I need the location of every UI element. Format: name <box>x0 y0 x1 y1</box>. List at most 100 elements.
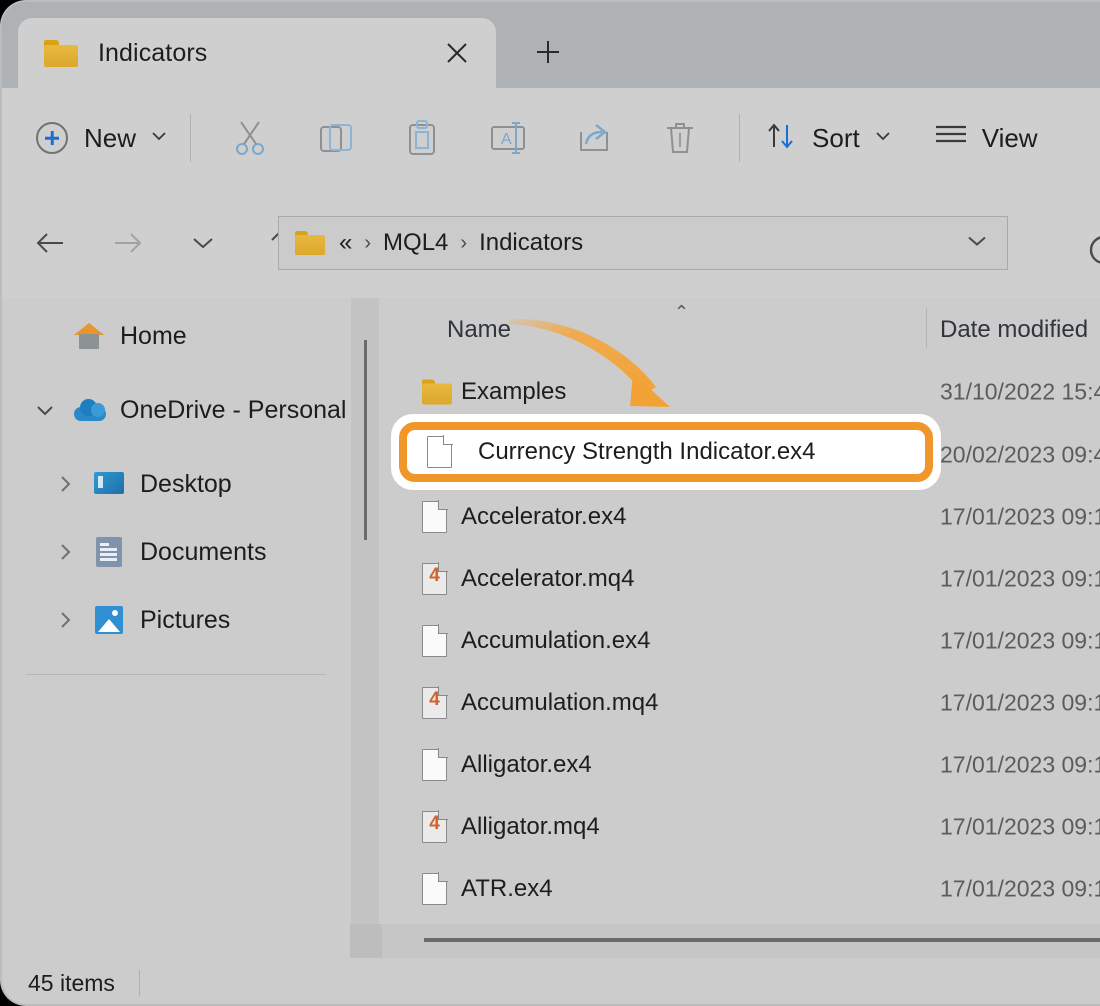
file-icon <box>422 872 448 905</box>
sidebar-divider <box>26 674 326 675</box>
toolbar-divider <box>190 114 192 162</box>
column-divider[interactable] <box>926 308 927 348</box>
mq4-file-icon: 4 <box>422 686 448 719</box>
status-divider <box>138 970 140 996</box>
chevron-down-icon <box>150 129 168 147</box>
toolbar-divider-2 <box>739 114 741 162</box>
file-name: ATR.ex4 <box>461 875 553 902</box>
file-icon <box>422 500 448 533</box>
column-header-name[interactable]: Name <box>447 316 511 344</box>
table-row[interactable]: Accelerator.ex4 17/01/2023 09:1 <box>382 486 1100 548</box>
horizontal-scrollbar[interactable] <box>382 924 1100 958</box>
sidebar-item-label-pictures: Pictures <box>140 605 231 634</box>
tab-label: Indicators <box>98 38 208 67</box>
breadcrumb-mql4[interactable]: MQL4 <box>383 229 448 257</box>
file-explorer-window: Indicators New A Sort View « › MQL4 › In… <box>0 0 1100 1006</box>
file-name: Alligator.mq4 <box>461 813 600 840</box>
sort-button-label: Sort <box>812 122 860 153</box>
new-button[interactable]: New <box>30 110 174 166</box>
scrollbar-thumb-horizontal[interactable] <box>424 938 1100 942</box>
sidebar-item-home[interactable]: Home <box>2 308 350 364</box>
file-date: 17/01/2023 09:1 <box>940 503 1100 530</box>
paste-icon[interactable] <box>392 108 452 168</box>
folder-icon-row <box>422 379 452 405</box>
file-icon <box>427 435 453 468</box>
rename-icon[interactable]: A <box>478 108 538 168</box>
sort-arrows-icon <box>764 119 798 158</box>
copy-icon[interactable] <box>306 108 366 168</box>
file-date: 20/02/2023 09:4 <box>940 441 1100 468</box>
file-date: 17/01/2023 09:1 <box>940 875 1100 902</box>
table-row[interactable]: 4 Accelerator.mq4 17/01/2023 09:1 <box>382 548 1100 610</box>
column-header-date-modified[interactable]: Date modified <box>940 316 1088 344</box>
chevron-down-icon-sort <box>874 129 892 147</box>
breadcrumb-separator-2: › <box>460 231 468 254</box>
documents-icon <box>94 537 124 567</box>
chevron-down-icon-onedrive[interactable] <box>30 395 60 425</box>
onedrive-cloud-icon <box>74 395 106 425</box>
chevron-right-icon-desktop[interactable] <box>50 469 80 499</box>
breadcrumb-overflow[interactable]: « <box>339 229 352 257</box>
table-row[interactable]: Alligator.ex4 17/01/2023 09:1 <box>382 734 1100 796</box>
status-bar: 45 items <box>2 958 1100 1004</box>
table-row[interactable]: Accumulation.ex4 17/01/2023 09:1 <box>382 610 1100 672</box>
recent-locations-chevron-icon[interactable] <box>176 216 230 270</box>
scrollbar-thumb[interactable] <box>364 340 367 540</box>
arrow-left-icon[interactable] <box>24 216 78 270</box>
file-icon <box>422 624 448 657</box>
address-bar[interactable]: « › MQL4 › Indicators <box>278 216 1008 270</box>
file-name: Accumulation.mq4 <box>461 689 659 716</box>
file-date: 17/01/2023 09:1 <box>940 813 1100 840</box>
table-row[interactable]: ATR.ex4 17/01/2023 09:1 <box>382 858 1100 920</box>
navigation-pane: Home OneDrive - Personal Desktop Documen… <box>2 298 350 958</box>
file-date: 17/01/2023 09:1 <box>940 627 1100 654</box>
file-name: Examples <box>461 378 567 405</box>
scrollbar-corner <box>350 924 382 958</box>
sort-ascending-caret-icon: ⌃ <box>674 302 690 322</box>
navigation-pane-scrollbar[interactable] <box>351 298 379 958</box>
tab-indicators[interactable]: Indicators <box>18 18 496 88</box>
scissors-icon[interactable] <box>220 108 280 168</box>
sort-button[interactable]: Sort <box>764 110 892 166</box>
sidebar-item-desktop[interactable]: Desktop <box>2 456 350 512</box>
chevron-right-icon-pictures[interactable] <box>50 605 80 635</box>
view-button[interactable]: View <box>934 110 1038 166</box>
search-icon[interactable] <box>1088 230 1100 276</box>
file-date: 17/01/2023 09:1 <box>940 565 1100 592</box>
table-row[interactable]: 4 Alligator.mq4 17/01/2023 09:1 <box>382 796 1100 858</box>
svg-text:A: A <box>501 131 512 148</box>
file-list: Name ⌃ Date modified Examples 31/10/2022… <box>382 298 1100 958</box>
file-icon <box>422 748 448 781</box>
screenshot-root: Indicators New A Sort View « › MQL4 › In… <box>0 0 1100 1006</box>
address-dropdown-chevron-icon[interactable] <box>965 233 989 254</box>
new-tab-icon[interactable] <box>524 28 572 76</box>
sidebar-item-label-documents: Documents <box>140 537 267 566</box>
sidebar-item-documents[interactable]: Documents <box>2 524 350 580</box>
column-headers: Name ⌃ Date modified <box>382 298 1100 360</box>
mq4-file-icon: 4 <box>422 562 448 595</box>
table-row[interactable]: 4 Accumulation.mq4 17/01/2023 09:1 <box>382 672 1100 734</box>
sidebar-item-onedrive[interactable]: OneDrive - Personal <box>2 382 350 438</box>
breadcrumb-separator-1: › <box>364 231 372 254</box>
highlighted-file-name: Currency Strength Indicator.ex4 <box>478 438 816 465</box>
arrow-right-icon[interactable] <box>100 216 154 270</box>
home-icon <box>74 321 104 351</box>
breadcrumb-indicators[interactable]: Indicators <box>479 229 583 257</box>
file-name: Accumulation.ex4 <box>461 627 651 654</box>
view-lines-icon <box>934 123 968 154</box>
share-icon[interactable] <box>564 108 624 168</box>
trash-icon[interactable] <box>650 108 710 168</box>
close-icon[interactable] <box>440 36 474 70</box>
desktop-icon <box>94 469 124 499</box>
sidebar-item-label-desktop: Desktop <box>140 469 232 498</box>
breadcrumb: « › MQL4 › Indicators <box>339 229 583 257</box>
sidebar-item-pictures[interactable]: Pictures <box>2 592 350 648</box>
new-button-label: New <box>84 122 137 153</box>
file-date: 17/01/2023 09:1 <box>940 689 1100 716</box>
mq4-file-icon: 4 <box>422 810 448 843</box>
explorer-body: Home OneDrive - Personal Desktop Documen… <box>2 298 1100 958</box>
chevron-right-icon-documents[interactable] <box>50 537 80 567</box>
highlighted-file-row[interactable]: Currency Strength Indicator.ex4 <box>399 422 933 482</box>
plus-circle-icon <box>36 122 68 154</box>
folder-icon-address <box>295 231 325 255</box>
